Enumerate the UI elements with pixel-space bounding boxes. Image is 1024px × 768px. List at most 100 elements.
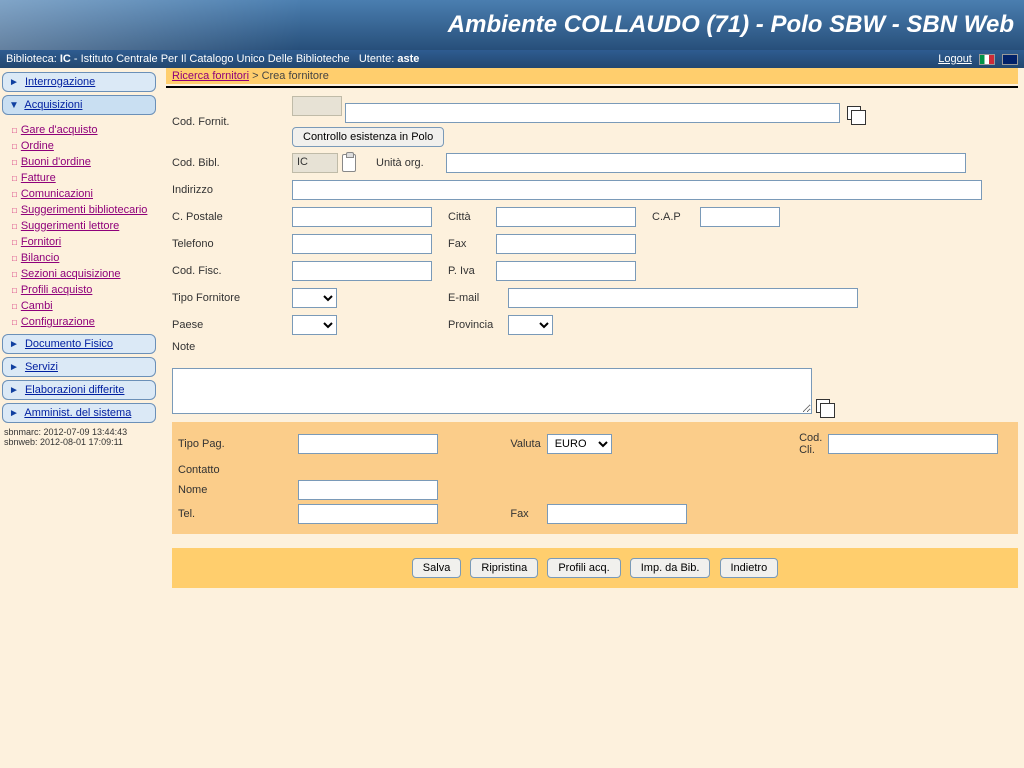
contact-block: Tipo Pag. Valuta EURO Cod. Cli. Contatto… — [172, 422, 1018, 534]
tipo-pag-input[interactable] — [298, 434, 438, 454]
fax2-input[interactable] — [547, 504, 687, 524]
breadcrumb-link[interactable]: Ricerca fornitori — [172, 70, 249, 82]
label-cap: C.A.P — [652, 211, 700, 223]
label-fax: Fax — [448, 238, 496, 250]
chevron-right-icon: ► — [9, 385, 19, 396]
chevron-right-icon: ► — [9, 408, 19, 419]
label-contatto: Contatto — [178, 458, 1012, 478]
cod-bibl-value: IC — [292, 153, 338, 173]
imp-da-bib-button[interactable]: Imp. da Bib. — [630, 558, 711, 578]
biblioteca-code: IC — [60, 53, 71, 65]
cod-fornit-code — [292, 96, 342, 116]
submenu-sugg-biblio[interactable]: Suggerimenti bibliotecario — [21, 204, 148, 216]
profili-acq-button[interactable]: Profili acq. — [547, 558, 620, 578]
utente-value: aste — [397, 53, 419, 65]
piva-input[interactable] — [496, 261, 636, 281]
unita-org-input[interactable] — [446, 153, 966, 173]
top-bar: Biblioteca: IC - Istituto Centrale Per I… — [0, 50, 1024, 68]
submenu-fornitori[interactable]: Fornitori — [21, 236, 61, 248]
submenu-config[interactable]: Configurazione — [21, 316, 95, 328]
menu-documento[interactable]: ► Documento Fisico — [2, 334, 156, 354]
tipo-fornitore-select[interactable] — [292, 288, 337, 308]
fax-input[interactable] — [496, 234, 636, 254]
menu-documento-link[interactable]: Documento Fisico — [25, 338, 113, 350]
submenu-gare[interactable]: Gare d'acquisto — [21, 124, 98, 136]
submenu-buoni[interactable]: Buoni d'ordine — [21, 156, 91, 168]
flag-en-icon[interactable] — [1002, 54, 1018, 65]
utente-label: Utente: — [359, 53, 394, 65]
label-cod-fisc: Cod. Fisc. — [172, 265, 292, 277]
menu-interrogazione-link[interactable]: Interrogazione — [25, 76, 95, 88]
menu-acquisizioni[interactable]: ▼ Acquisizioni — [2, 95, 156, 115]
label-email: E-mail — [448, 292, 508, 304]
submenu-sugg-lettore[interactable]: Suggerimenti lettore — [21, 220, 119, 232]
label-nome: Nome — [178, 478, 298, 502]
breadcrumb-current: Crea fornitore — [262, 70, 329, 82]
submenu-ordine[interactable]: Ordine — [21, 140, 54, 152]
label-tipo-fornitore: Tipo Fornitore — [172, 292, 292, 304]
citta-input[interactable] — [496, 207, 636, 227]
biblioteca-name: - Istituto Centrale Per Il Catalogo Unic… — [74, 53, 350, 65]
divider — [166, 86, 1018, 88]
menu-acquisizioni-link[interactable]: Acquisizioni — [24, 99, 82, 111]
nome-input[interactable] — [298, 480, 438, 500]
indirizzo-input[interactable] — [292, 180, 982, 200]
menu-servizi-link[interactable]: Servizi — [25, 361, 58, 373]
paese-select[interactable] — [292, 315, 337, 335]
controllo-button[interactable]: Controllo esistenza in Polo — [292, 127, 444, 147]
menu-interrogazione[interactable]: ► Interrogazione — [2, 72, 156, 92]
button-bar: Salva Ripristina Profili acq. Imp. da Bi… — [172, 548, 1018, 588]
breadcrumb: Ricerca fornitori > Crea fornitore — [166, 68, 1018, 84]
label-telefono: Telefono — [172, 238, 292, 250]
chevron-right-icon: ► — [9, 77, 19, 88]
label-cod-bibl: Cod. Bibl. — [172, 157, 292, 169]
label-tipo-pag: Tipo Pag. — [178, 430, 298, 458]
submenu-bilancio[interactable]: Bilancio — [21, 252, 60, 264]
menu-elaborazioni-link[interactable]: Elaborazioni differite — [25, 384, 124, 396]
cod-fisc-input[interactable] — [292, 261, 432, 281]
label-cod-cli: Cod. Cli. — [699, 430, 828, 458]
submenu-fatture[interactable]: Fatture — [21, 172, 56, 184]
menu-elaborazioni[interactable]: ► Elaborazioni differite — [2, 380, 156, 400]
main-content: Ricerca fornitori > Crea fornitore Cod. … — [160, 68, 1024, 594]
label-citta: Città — [448, 211, 496, 223]
submenu-sezioni[interactable]: Sezioni acquisizione — [21, 268, 121, 280]
chevron-right-icon: ► — [9, 362, 19, 373]
label-unita-org: Unità org. — [376, 157, 446, 169]
telefono-input[interactable] — [292, 234, 432, 254]
app-title: Ambiente COLLAUDO (71) - Polo SBW - SBN … — [448, 11, 1014, 38]
ts-sbnmarc: sbnmarc: 2012-07-09 13:44:43 — [4, 427, 156, 437]
valuta-select[interactable]: EURO — [547, 434, 612, 454]
copy-icon[interactable] — [816, 399, 830, 413]
tel-input[interactable] — [298, 504, 438, 524]
submenu-acquisizioni: □Gare d'acquisto □Ordine □Buoni d'ordine… — [2, 118, 156, 334]
note-textarea[interactable] — [172, 368, 812, 414]
biblioteca-label: Biblioteca: — [6, 53, 57, 65]
cod-fornit-name[interactable] — [345, 103, 840, 123]
menu-amminist-link[interactable]: Amminist. del sistema — [24, 407, 131, 419]
cod-cli-input[interactable] — [828, 434, 998, 454]
label-fax2: Fax — [450, 502, 546, 526]
menu-amminist[interactable]: ► Amminist. del sistema — [2, 403, 156, 423]
indietro-button[interactable]: Indietro — [720, 558, 779, 578]
cap-input[interactable] — [700, 207, 780, 227]
chevron-right-icon: ► — [9, 339, 19, 350]
ts-sbnweb: sbnweb: 2012-08-01 17:09:11 — [4, 437, 156, 447]
ripristina-button[interactable]: Ripristina — [470, 558, 538, 578]
timestamps: sbnmarc: 2012-07-09 13:44:43 sbnweb: 201… — [2, 427, 156, 447]
flag-it-icon[interactable] — [979, 54, 995, 65]
salva-button[interactable]: Salva — [412, 558, 462, 578]
menu-servizi[interactable]: ► Servizi — [2, 357, 156, 377]
clipboard-icon[interactable] — [342, 154, 356, 172]
label-tel: Tel. — [178, 502, 298, 526]
submenu-profili[interactable]: Profili acquisto — [21, 284, 93, 296]
copy-icon[interactable] — [847, 106, 861, 120]
label-cod-fornit: Cod. Fornit. — [172, 116, 292, 128]
provincia-select[interactable] — [508, 315, 553, 335]
logout-link[interactable]: Logout — [938, 53, 972, 65]
email-input[interactable] — [508, 288, 858, 308]
submenu-comunicazioni[interactable]: Comunicazioni — [21, 188, 93, 200]
submenu-cambi[interactable]: Cambi — [21, 300, 53, 312]
label-cpostale: C. Postale — [172, 211, 292, 223]
cpostale-input[interactable] — [292, 207, 432, 227]
